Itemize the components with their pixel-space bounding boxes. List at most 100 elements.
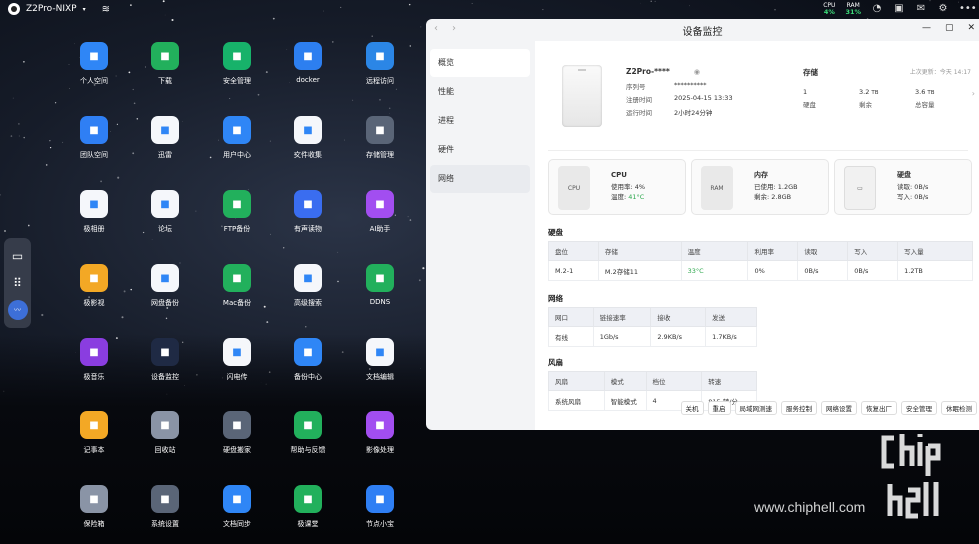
app-search[interactable]: ■ 高级搜索 [273,264,343,308]
action-button[interactable]: 恢复出厂 [861,401,897,415]
disk-count: 1 [803,88,808,96]
action-button[interactable]: 安全管理 [901,401,937,415]
table-cell: 智能模式 [603,390,647,411]
ram-chip-icon: RAM [701,166,733,210]
app-photos[interactable]: ■ 极相册 [59,190,129,234]
app-video[interactable]: ■ 极影视 [59,264,129,308]
sidebar-item-processes[interactable]: 进程 [430,107,530,135]
app-grid-icon[interactable]: ⠿ [8,273,28,293]
dashboard-icon[interactable]: ◔ [871,3,883,15]
disk-card[interactable]: ▭ 硬盘 读取: 0B/s 写入: 0B/s [834,159,972,215]
cpu-title: CPU [611,171,627,179]
network-section-title: 网络 [548,294,563,303]
app-doc-edit[interactable]: ■ 文档编辑 [345,338,415,382]
window-title: 设备监控 [682,26,723,38]
app-forum[interactable]: ■ 论坛 [130,190,200,234]
more-icon[interactable]: ••• [959,3,977,15]
app-label: 远程访问 [366,77,394,85]
column-header: 风扇 [548,371,605,391]
storage-summary[interactable]: 存储 上次更新：今天 14:17 1 3.2 TB 3.6 TB 硬盘 剩余 总… [803,67,975,109]
app-backup-center[interactable]: ■ 备份中心 [273,338,343,382]
app-cloud-backup[interactable]: ■ 网盘备份 [130,264,200,308]
app-help[interactable]: ■ 帮助与反馈 [273,411,343,455]
action-button[interactable]: 服务控制 [781,401,817,415]
app-ddns[interactable]: ■ DDNS [345,264,415,306]
action-button[interactable]: 休眠检测 [941,401,977,415]
app-thunder[interactable]: ■ 迅雷 [130,116,200,160]
app-ftp[interactable]: ■ FTP备份 [202,190,272,234]
app-docker[interactable]: ■ docker [273,42,343,84]
memory-card[interactable]: RAM 内存 已使用: 1.2GB 剩余: 2.8GB [691,159,829,215]
file-collect-icon: ■ [294,116,322,144]
close-icon[interactable]: ✕ [967,23,975,33]
app-flash-transfer[interactable]: ■ 闪电传 [202,338,272,382]
app-label: 用户中心 [223,151,251,159]
sidebar-item-overview[interactable]: 概览 [430,49,530,77]
total-value: 3.6 [915,88,926,96]
app-trash[interactable]: ■ 回收站 [130,411,200,455]
app-music[interactable]: ■ 极音乐 [59,338,129,382]
ram-meter[interactable]: RAM 31% [845,2,861,16]
app-download[interactable]: ■ 下载 [130,42,200,86]
chevron-right-icon[interactable]: › [972,89,975,98]
app-monitor[interactable]: ■ 设备监控 [130,338,200,382]
app-label: 极音乐 [83,373,105,381]
left-dock: ▭ ⠿ 〰 [4,238,31,328]
app-node[interactable]: ■ 节点小宝 [345,485,415,529]
app-user[interactable]: ■ 用户中心 [202,116,272,160]
device-monitor-dock-icon[interactable]: 〰 [7,300,28,321]
cpu-meter[interactable]: CPU 4% [823,2,835,16]
app-label: 高级搜索 [294,299,322,307]
thunder-icon: ■ [151,116,179,144]
wifi-icon[interactable]: ≋ [102,4,110,15]
app-label: 备份中心 [294,373,322,381]
sidebar-item-performance[interactable]: 性能 [430,78,530,106]
app-ai[interactable]: ■ AI助手 [345,190,415,234]
mac-backup-icon: ■ [223,264,251,292]
app-audiobook[interactable]: ■ 有声读物 [273,190,343,234]
app-file-collect[interactable]: ■ 文件收集 [273,116,343,160]
chevron-down-icon[interactable]: ▾ [83,6,86,13]
app-label: 有声读物 [294,225,322,233]
app-team[interactable]: ■ 团队空间 [59,116,129,160]
chiphell-logo [881,434,941,519]
maximize-icon[interactable]: ▢ [945,23,954,33]
action-button[interactable]: 重启 [707,401,731,415]
video-icon: ■ [80,264,108,292]
gear-icon[interactable]: ⚙ [937,3,949,15]
app-storage[interactable]: ■ 存储管理 [345,116,415,160]
desktop-icon[interactable]: ▭ [8,246,28,266]
action-button[interactable]: 局域网测速 [734,401,777,415]
app-doc-sync[interactable]: ■ 文档同步 [202,485,272,529]
forum-icon: ■ [151,190,179,218]
table-header-row: 风扇 模式 档位 转速 [548,371,757,391]
system-logo-icon[interactable] [8,3,20,15]
app-safe[interactable]: ■ 保险箱 [59,485,129,529]
resource-monitor-icon[interactable]: ▣ [893,3,905,15]
eye-icon[interactable]: ◉ [694,68,700,76]
monitor-icon: ■ [151,338,179,366]
remaining-value: 3.2 [859,88,870,96]
network-table: 网口 链接速率 接收 发送 有线 1Gb/s 2.9KB/s 1.7KB/s [548,307,757,347]
app-label: 影像处理 [366,446,394,454]
app-label: 论坛 [158,225,172,233]
hostname-menu[interactable]: Z2Pro-NIXP [26,4,77,14]
app-classroom[interactable]: ■ 极课堂 [273,485,343,529]
action-button[interactable]: 关机 [680,401,704,415]
app-notepad[interactable]: ■ 记事本 [59,411,129,455]
app-remote[interactable]: ■ 远程访问 [345,42,415,86]
app-disk-move[interactable]: ■ 硬盘搬家 [202,411,272,455]
app-shield[interactable]: ■ 安全管理 [202,42,272,86]
sidebar-item-hardware[interactable]: 硬件 [430,136,530,164]
action-button[interactable]: 网络设置 [821,401,857,415]
app-image-process[interactable]: ■ 影像处理 [345,411,415,455]
minimize-icon[interactable]: — [922,23,931,33]
sidebar-item-network[interactable]: 网络 [430,165,530,193]
app-folder[interactable]: ■ 个人空间 [59,42,129,86]
remote-icon: ■ [366,42,394,70]
cpu-card[interactable]: CPU CPU 使用率: 4% 温度: 41°C [548,159,686,215]
mail-icon[interactable]: ✉ [915,3,927,15]
app-settings[interactable]: ■ 系统设置 [130,485,200,529]
last-updated: 上次更新：今天 14:17 [909,69,971,76]
app-mac-backup[interactable]: ■ Mac备份 [202,264,272,308]
